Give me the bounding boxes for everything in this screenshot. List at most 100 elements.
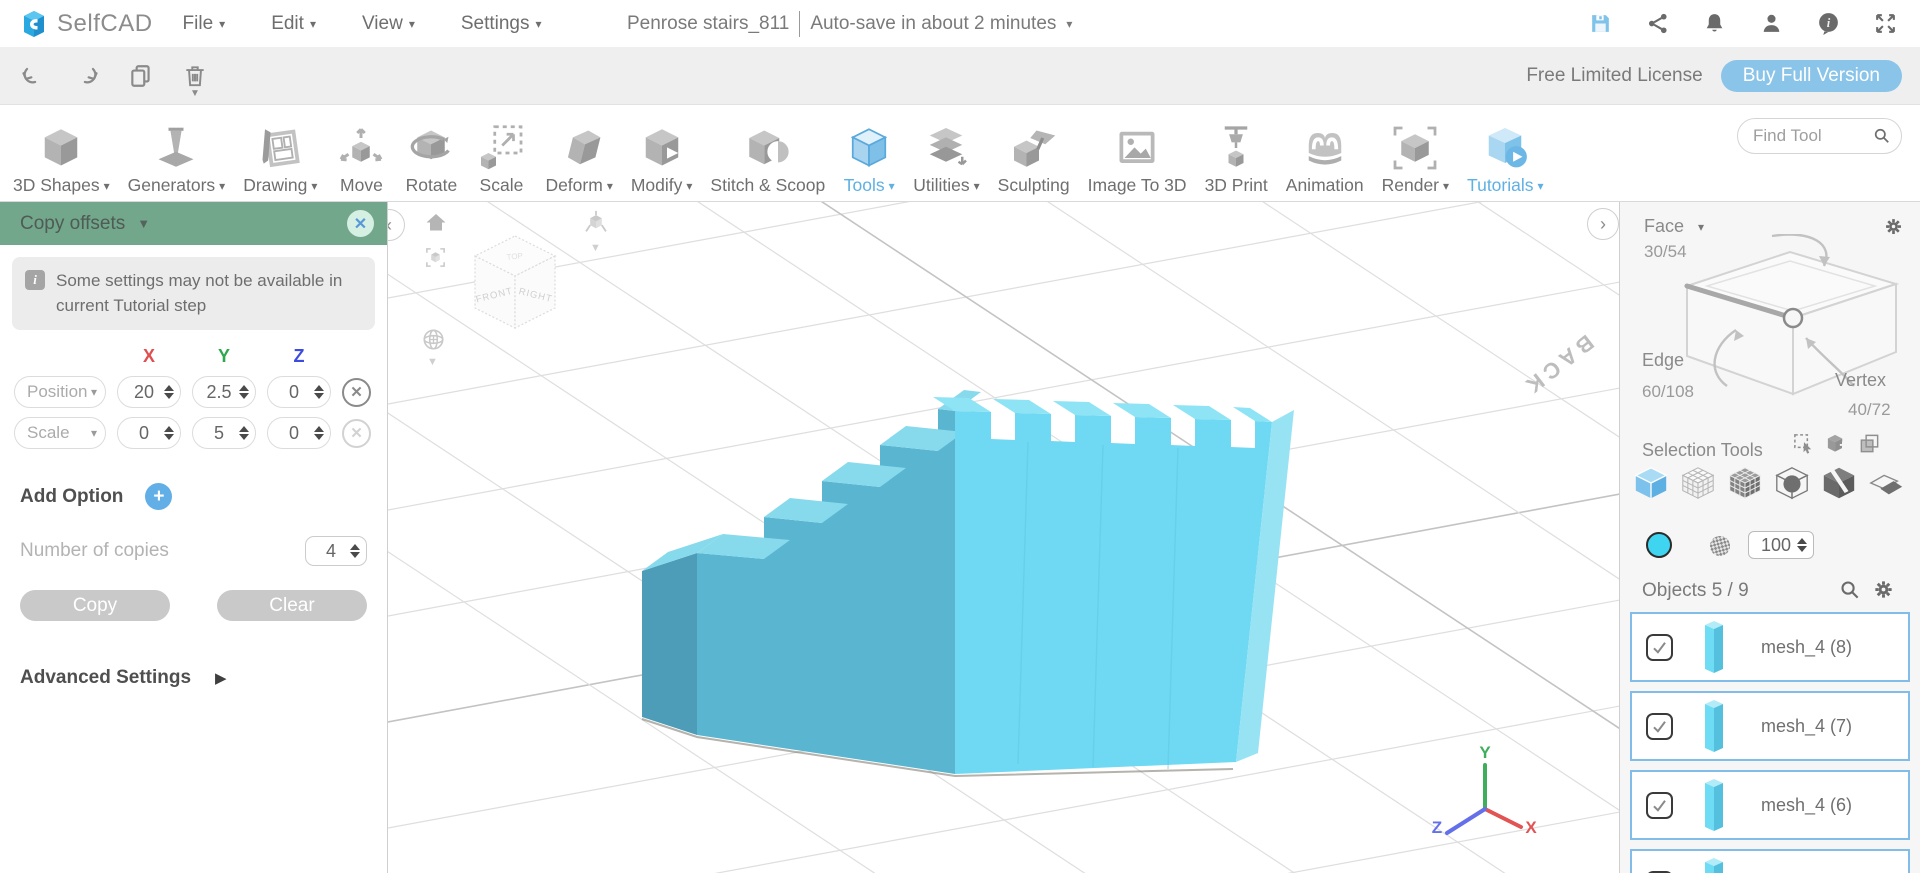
toolbar-item[interactable]: Utilities ▾ — [904, 123, 988, 202]
object-visibility-checkbox[interactable] — [1646, 712, 1673, 740]
close-panel-button[interactable]: ✕ — [347, 210, 374, 237]
vertex-count: 40/72 — [1848, 400, 1891, 419]
user-icon[interactable] — [1759, 11, 1784, 36]
toolbar-item[interactable]: Image To 3D — [1079, 123, 1196, 202]
selection-mode-button[interactable] — [1867, 464, 1905, 502]
info-icon[interactable]: i — [1816, 11, 1841, 36]
search-icon[interactable] — [1872, 126, 1891, 145]
panel-header[interactable]: Copy offsets ▼ ✕ — [0, 202, 387, 245]
object-list-item[interactable]: mesh_4 (8) — [1630, 612, 1910, 682]
toolbar-item[interactable]: 3D Shapes ▾ — [4, 123, 119, 202]
selection-mode-button[interactable] — [1773, 464, 1811, 502]
axis-y-label: Y — [1479, 745, 1491, 762]
stepper-control[interactable] — [314, 426, 324, 441]
chevron-down-icon[interactable]: ▼ — [137, 216, 150, 231]
autosave-status[interactable]: Auto-save in about 2 minutes — [810, 13, 1056, 35]
checker-sphere-icon[interactable] — [1708, 534, 1732, 558]
material-color-swatch[interactable] — [1646, 532, 1672, 558]
toolbar-item[interactable]: Tools ▾ — [834, 123, 904, 202]
toolbar-item[interactable]: Sculpting — [989, 123, 1079, 202]
stepper-control[interactable] — [164, 426, 174, 441]
axis-view-icon[interactable] — [582, 208, 610, 236]
move-icon — [335, 123, 387, 173]
action-buttons: Copy Clear — [20, 590, 367, 622]
value-input-z[interactable]: 0 — [267, 417, 331, 450]
offset-type-dropdown[interactable]: Position ▾ — [14, 376, 106, 409]
offset-type-dropdown[interactable]: Scale ▾ — [14, 417, 106, 450]
toolbar-item[interactable]: Animation — [1277, 123, 1373, 202]
selection-mode-button[interactable] — [1820, 464, 1858, 502]
value-input-x[interactable]: 20 — [117, 376, 181, 409]
object-list-item[interactable]: mesh_4 (7) — [1630, 691, 1910, 761]
value-input-y[interactable]: 5 — [192, 417, 256, 450]
toolbar-item[interactable]: Deform ▾ — [536, 123, 621, 202]
edge-label[interactable]: Edge — [1642, 350, 1684, 371]
vertex-label[interactable]: Vertex — [1835, 370, 1886, 391]
toolbar-item[interactable]: Rotate — [396, 123, 466, 202]
chevron-down-icon[interactable]: ▼ — [427, 356, 438, 368]
toolbar-item[interactable]: Scale — [466, 123, 536, 202]
object-list-item[interactable] — [1630, 849, 1910, 873]
copies-input[interactable]: 4 — [305, 536, 367, 567]
stepper-control[interactable] — [1797, 538, 1807, 552]
share-icon[interactable] — [1645, 11, 1670, 36]
stepper-control[interactable] — [239, 385, 249, 400]
value-input-z[interactable]: 0 — [267, 376, 331, 409]
toolbar-item[interactable]: Modify ▾ — [622, 123, 702, 202]
value-input-x[interactable]: 0 — [117, 417, 181, 450]
toolbar-item[interactable]: 3D Print — [1196, 123, 1277, 202]
home-view-icon[interactable] — [424, 210, 448, 234]
object-visibility-checkbox[interactable] — [1646, 633, 1673, 661]
viewport-3d[interactable]: TOP FRONT RIGHT ▼ ▼ ‹ › BACK Y X Z — [388, 202, 1620, 873]
menu-item[interactable]: View ▾ — [362, 13, 415, 35]
add-option-button[interactable]: + — [145, 483, 173, 511]
bell-icon[interactable] — [1702, 11, 1727, 36]
chevron-down-icon[interactable]: ▼ — [590, 242, 601, 254]
selection-mode-button[interactable] — [1679, 464, 1717, 502]
expand-right-panel-button[interactable]: › — [1587, 208, 1619, 240]
menu-item[interactable]: File ▾ — [183, 13, 226, 35]
chevron-down-icon[interactable]: ▼ — [190, 88, 200, 99]
advanced-settings-toggle[interactable]: Advanced Settings ▶ — [20, 667, 387, 689]
toolbar-item[interactable]: Stitch & Scoop — [701, 123, 834, 202]
stepper-control[interactable] — [350, 544, 360, 559]
selection-mode-button[interactable] — [1726, 464, 1764, 502]
copy-button[interactable]: Copy — [20, 590, 170, 622]
selection-mode-button[interactable] — [1632, 464, 1670, 502]
stepper-control[interactable] — [239, 426, 249, 441]
app-logo[interactable]: SelfCAD — [18, 8, 153, 40]
object-list-item[interactable]: mesh_4 (6) — [1630, 770, 1910, 840]
toolbar-item[interactable]: Drawing ▾ — [234, 123, 326, 202]
save-icon[interactable] — [1588, 11, 1613, 36]
chevron-down-icon: ▾ — [535, 16, 542, 31]
buy-full-version-button[interactable]: Buy Full Version — [1720, 59, 1902, 92]
value-input-y[interactable]: 2.5 — [192, 376, 256, 409]
toolbar-item[interactable]: Move — [326, 123, 396, 202]
chevron-down-icon: ▾ — [606, 178, 613, 193]
toolbar-item[interactable]: Render ▾ — [1373, 123, 1458, 202]
zoom-to-fit-icon[interactable] — [424, 246, 447, 269]
view-cube[interactable]: TOP FRONT RIGHT — [463, 228, 568, 340]
document-title[interactable]: Penrose stairs_811 — [627, 13, 789, 35]
axis-x-label: X — [1525, 818, 1537, 837]
toolbar-item[interactable]: Generators ▾ — [119, 123, 235, 202]
toolbar-item[interactable]: Tutorials ▾ — [1458, 123, 1553, 202]
drawing-icon — [254, 123, 306, 173]
menu-item[interactable]: Edit ▾ — [271, 13, 316, 35]
fullscreen-icon[interactable] — [1873, 11, 1898, 36]
orbit-globe-icon[interactable] — [420, 326, 447, 353]
remove-offset-button[interactable]: ✕ — [342, 418, 371, 448]
object-visibility-checkbox[interactable] — [1646, 791, 1673, 819]
penrose-stairs-model[interactable] — [641, 390, 1294, 778]
chevron-down-icon[interactable]: ▾ — [1698, 221, 1704, 233]
chevron-down-icon: ▾ — [888, 178, 895, 193]
stepper-control[interactable] — [314, 385, 324, 400]
chevron-down-icon[interactable]: ▾ — [1066, 18, 1072, 30]
menu-item[interactable]: Settings ▾ — [461, 13, 542, 35]
clear-button[interactable]: Clear — [217, 590, 367, 622]
search-icon[interactable] — [1838, 578, 1861, 601]
gear-icon[interactable] — [1872, 578, 1895, 601]
tolerance-input[interactable]: 100 — [1748, 531, 1814, 559]
stepper-control[interactable] — [164, 385, 174, 400]
remove-offset-button[interactable]: ✕ — [342, 377, 371, 407]
